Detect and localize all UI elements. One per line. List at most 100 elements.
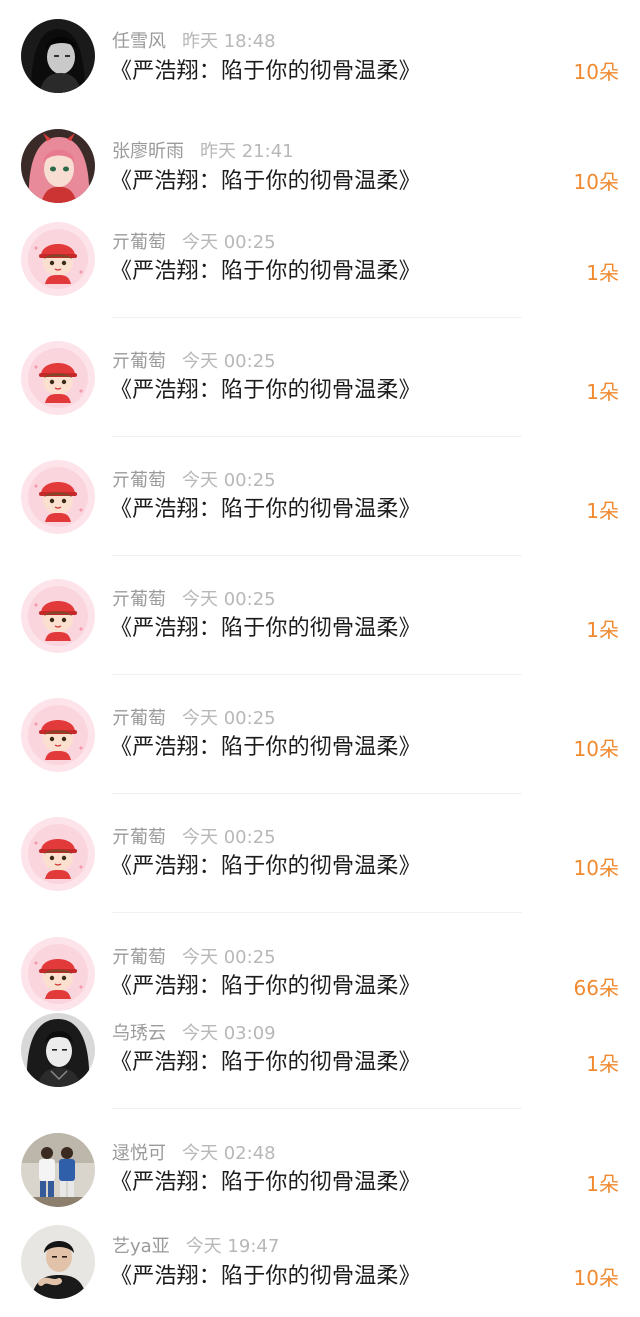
divider	[112, 555, 522, 556]
book-title[interactable]: 《严浩翔：陷于你的彻骨温柔》	[110, 615, 421, 643]
avatar[interactable]	[21, 19, 95, 93]
list-item[interactable]: 艺ya亚 今天 19:47 《严浩翔：陷于你的彻骨温柔》 10朵	[0, 1223, 640, 1317]
list-item[interactable]: 张廖昕雨 昨天 21:41 《严浩翔：陷于你的彻骨温柔》 10朵	[0, 110, 640, 220]
anime-pink-hair-avatar-icon	[21, 129, 95, 203]
young-man-photo-avatar-icon	[21, 1225, 95, 1299]
divider	[112, 912, 522, 913]
dark-portrait-avatar-icon	[21, 19, 95, 93]
username[interactable]: 亓葡萄	[112, 708, 166, 729]
user-meta: 乌琇云 今天 03:09	[112, 1023, 276, 1045]
list-item[interactable]: 任雪风 昨天 18:48 《严浩翔：陷于你的彻骨温柔》 10朵	[0, 0, 640, 110]
flower-count: 1朵	[586, 380, 619, 404]
username[interactable]: 亓葡萄	[112, 232, 166, 253]
timestamp: 今天 00:25	[182, 708, 276, 729]
user-meta: 亓葡萄 今天 00:25	[112, 708, 276, 730]
user-meta: 亓葡萄 今天 00:25	[112, 947, 276, 969]
book-title[interactable]: 《严浩翔：陷于你的彻骨温柔》	[110, 377, 421, 405]
cartoon-red-cap-avatar-icon	[21, 222, 95, 296]
list-item[interactable]: 亓葡萄 今天 00:25 《严浩翔：陷于你的彻骨温柔》 1朵	[0, 577, 640, 675]
book-title[interactable]: 《严浩翔：陷于你的彻骨温柔》	[110, 853, 421, 881]
user-meta: 亓葡萄 今天 00:25	[112, 470, 276, 492]
flower-count: 10朵	[573, 60, 619, 84]
timestamp: 今天 00:25	[182, 589, 276, 610]
user-meta: 任雪风 昨天 18:48	[112, 31, 276, 53]
cartoon-red-cap-avatar-icon	[21, 937, 95, 1011]
flower-count: 1朵	[586, 1172, 619, 1196]
username[interactable]: 亓葡萄	[112, 589, 166, 610]
cartoon-red-cap-avatar-icon	[21, 579, 95, 653]
book-title[interactable]: 《严浩翔：陷于你的彻骨温柔》	[110, 496, 421, 524]
timestamp: 今天 00:25	[182, 232, 276, 253]
list-item[interactable]: 亓葡萄 今天 00:25 《严浩翔：陷于你的彻骨温柔》 10朵	[0, 696, 640, 794]
username[interactable]: 亓葡萄	[112, 470, 166, 491]
username[interactable]: 乌琇云	[112, 1023, 166, 1044]
book-title[interactable]: 《严浩翔：陷于你的彻骨温柔》	[110, 1049, 421, 1077]
flower-count: 1朵	[586, 261, 619, 285]
username[interactable]: 张廖昕雨	[112, 141, 184, 162]
book-title[interactable]: 《严浩翔：陷于你的彻骨温柔》	[110, 258, 421, 286]
flower-count: 10朵	[573, 170, 619, 194]
timestamp: 今天 00:25	[182, 947, 276, 968]
ink-style-character-avatar-icon	[21, 1013, 95, 1087]
timestamp: 今天 00:25	[182, 827, 276, 848]
divider	[112, 1108, 522, 1109]
user-meta: 亓葡萄 今天 00:25	[112, 589, 276, 611]
username[interactable]: 逯悦可	[112, 1143, 166, 1164]
username[interactable]: 亓葡萄	[112, 827, 166, 848]
avatar[interactable]	[21, 1013, 95, 1087]
list-item[interactable]: 亓葡萄 今天 00:25 《严浩翔：陷于你的彻骨温柔》 66朵	[0, 935, 640, 1011]
timestamp: 今天 02:48	[182, 1143, 276, 1164]
list-item[interactable]: 亓葡萄 今天 00:25 《严浩翔：陷于你的彻骨温柔》 1朵	[0, 339, 640, 437]
timestamp: 今天 19:47	[185, 1236, 280, 1257]
user-meta: 亓葡萄 今天 00:25	[112, 351, 276, 373]
cartoon-red-cap-avatar-icon	[21, 341, 95, 415]
list-item[interactable]: 逯悦可 今天 02:48 《严浩翔：陷于你的彻骨温柔》 1朵	[0, 1131, 640, 1221]
username[interactable]: 亓葡萄	[112, 351, 166, 372]
two-people-photo-avatar-icon	[21, 1133, 95, 1207]
divider	[112, 317, 522, 318]
book-title[interactable]: 《严浩翔：陷于你的彻骨温柔》	[110, 1263, 421, 1291]
book-title[interactable]: 《严浩翔：陷于你的彻骨温柔》	[110, 168, 421, 196]
user-meta: 张廖昕雨 昨天 21:41	[112, 141, 294, 163]
avatar[interactable]	[21, 341, 95, 415]
avatar[interactable]	[21, 1133, 95, 1207]
timestamp: 今天 00:25	[182, 351, 276, 372]
flower-count: 1朵	[586, 618, 619, 642]
username[interactable]: 艺ya亚	[112, 1236, 170, 1257]
cartoon-red-cap-avatar-icon	[21, 698, 95, 772]
divider	[112, 674, 522, 675]
book-title[interactable]: 《严浩翔：陷于你的彻骨温柔》	[110, 734, 421, 762]
cartoon-red-cap-avatar-icon	[21, 817, 95, 891]
book-title[interactable]: 《严浩翔：陷于你的彻骨温柔》	[110, 973, 421, 1001]
username[interactable]: 任雪风	[112, 31, 166, 52]
flower-count: 1朵	[586, 1052, 619, 1076]
flower-count: 1朵	[586, 499, 619, 523]
timestamp: 今天 00:25	[182, 470, 276, 491]
list-item[interactable]: 乌琇云 今天 03:09 《严浩翔：陷于你的彻骨温柔》 1朵	[0, 1011, 640, 1109]
book-title[interactable]: 《严浩翔：陷于你的彻骨温柔》	[110, 58, 421, 86]
timestamp: 今天 03:09	[182, 1023, 276, 1044]
avatar[interactable]	[21, 460, 95, 534]
avatar[interactable]	[21, 579, 95, 653]
divider	[112, 436, 522, 437]
avatar[interactable]	[21, 817, 95, 891]
flower-count: 10朵	[573, 856, 619, 880]
avatar[interactable]	[21, 1225, 95, 1299]
cartoon-red-cap-avatar-icon	[21, 460, 95, 534]
divider	[112, 793, 522, 794]
avatar[interactable]	[21, 222, 95, 296]
flower-count: 10朵	[573, 1266, 619, 1290]
list-item[interactable]: 亓葡萄 今天 00:25 《严浩翔：陷于你的彻骨温柔》 1朵	[0, 458, 640, 556]
list-item[interactable]: 亓葡萄 今天 00:25 《严浩翔：陷于你的彻骨温柔》 10朵	[0, 815, 640, 913]
user-meta: 艺ya亚 今天 19:47	[112, 1236, 279, 1258]
book-title[interactable]: 《严浩翔：陷于你的彻骨温柔》	[110, 1169, 421, 1197]
flower-count: 66朵	[573, 976, 619, 1000]
list-item[interactable]: 亓葡萄 今天 00:25 《严浩翔：陷于你的彻骨温柔》 1朵	[0, 220, 640, 318]
user-meta: 亓葡萄 今天 00:25	[112, 232, 276, 254]
user-meta: 亓葡萄 今天 00:25	[112, 827, 276, 849]
timestamp: 昨天 21:41	[200, 141, 294, 162]
avatar[interactable]	[21, 937, 95, 1011]
username[interactable]: 亓葡萄	[112, 947, 166, 968]
avatar[interactable]	[21, 698, 95, 772]
avatar[interactable]	[21, 129, 95, 203]
